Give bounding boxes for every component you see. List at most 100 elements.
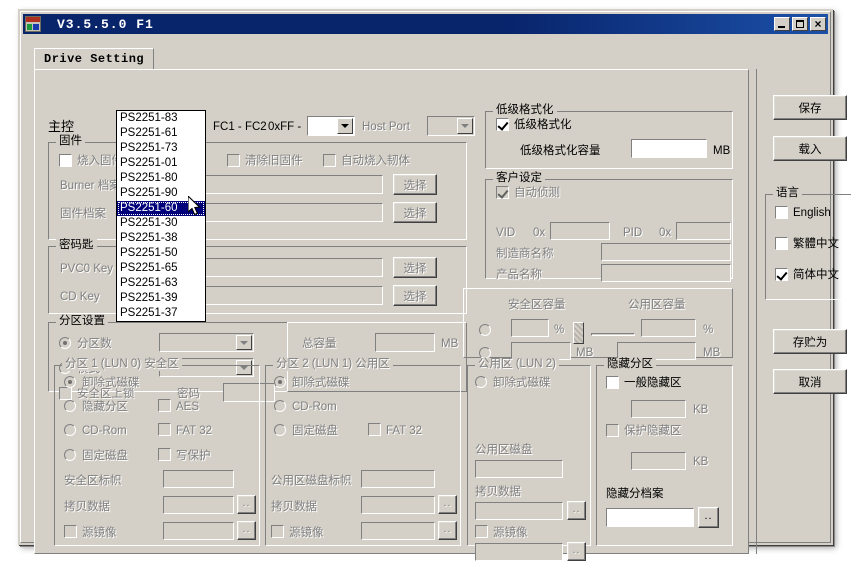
dropdown-item[interactable]: PS2251-38 (117, 231, 205, 246)
product-label: 产品名称 (496, 269, 542, 282)
dropdown-item[interactable]: PS2251-39 (117, 291, 205, 306)
normal-hidden-label: 一般隐藏区 (624, 377, 682, 390)
partition3-volume-input[interactable] (475, 460, 563, 478)
save-button[interactable]: 保存 (773, 95, 847, 120)
partition1-hidden-radio[interactable] (64, 400, 76, 412)
partition2-source-input[interactable] (361, 522, 435, 540)
partition3-removable-radio[interactable] (475, 376, 487, 388)
normal-hidden-input[interactable] (631, 400, 686, 418)
partition2-copy-browse-button[interactable]: .. (438, 495, 457, 514)
language-traditional-chinese-checkbox[interactable] (775, 237, 788, 250)
product-input[interactable] (601, 264, 731, 282)
dropdown-item[interactable]: PS2251-80 (117, 171, 205, 186)
partition2-copy-input[interactable] (361, 496, 435, 514)
dropdown-item[interactable]: PS2251-50 (117, 246, 205, 261)
tab-drive-setting[interactable]: Drive Setting (34, 48, 154, 70)
protected-hidden-label: 保护隐藏区 (624, 425, 682, 438)
total-capacity-input[interactable] (375, 333, 435, 352)
partition2-cdrom-label: CD-Rom (292, 401, 337, 414)
language-english-checkbox[interactable] (775, 206, 788, 219)
burner-file-label: Burner 档案 (60, 180, 121, 193)
pid-input[interactable] (676, 222, 731, 240)
partition-count-radio[interactable] (59, 337, 71, 349)
dropdown-item[interactable]: PS2251-83 (117, 111, 205, 126)
burner-file-browse-button[interactable]: 选择 (393, 174, 437, 195)
normal-hidden-checkbox[interactable] (606, 376, 619, 389)
dropdown-item[interactable]: PS2251-33 (117, 321, 205, 322)
pvc0-key-label: PVC0 Key (60, 263, 113, 276)
load-button[interactable]: 载入 (773, 136, 847, 161)
dropdown-item[interactable]: PS2251-73 (117, 141, 205, 156)
low-level-capacity-input[interactable] (631, 139, 707, 158)
dropdown-item[interactable]: PS2251-65 (117, 261, 205, 276)
partition1-volume-input[interactable] (163, 470, 234, 488)
hidden-file-browse-button[interactable]: .. (698, 507, 719, 528)
capacity-slider-thumb[interactable] (573, 322, 584, 344)
cd-key-browse-button[interactable]: 选择 (393, 285, 437, 306)
cancel-button[interactable]: 取消 (773, 369, 847, 394)
partition1-write-protect-checkbox[interactable] (158, 448, 171, 461)
partition3-source-browse-button[interactable]: .. (567, 542, 586, 561)
dropdown-item[interactable]: PS2251-30 (117, 216, 205, 231)
protected-hidden-checkbox[interactable] (606, 424, 619, 437)
capacity-slider-track[interactable] (591, 333, 635, 336)
partition3-copy-input[interactable] (475, 502, 563, 520)
partition-count-combo[interactable] (159, 333, 254, 352)
protected-hidden-input[interactable] (631, 452, 686, 470)
save-as-button[interactable]: 存贮为 (773, 329, 847, 354)
burn-firmware-checkbox[interactable] (59, 154, 72, 167)
partition3-source-checkbox[interactable] (475, 525, 488, 538)
secure-percent-unit: % (554, 324, 564, 337)
partition2-fat32-checkbox[interactable] (368, 423, 381, 436)
partition3-copy-browse-button[interactable]: .. (567, 501, 586, 520)
auto-detect-checkbox[interactable] (496, 186, 509, 199)
partition2-source-browse-button[interactable]: .. (438, 521, 457, 540)
partition1-fat32-label: FAT 32 (176, 425, 212, 438)
language-simplified-chinese-checkbox[interactable] (775, 268, 788, 281)
dropdown-item[interactable]: PS2251-63 (117, 276, 205, 291)
capacity-percent-radio[interactable] (479, 324, 491, 336)
clear-old-firmware-checkbox[interactable] (227, 154, 240, 167)
partition1-fixed-radio[interactable] (64, 449, 76, 461)
partition1-aes-checkbox[interactable] (158, 399, 171, 412)
partition2-removable-radio[interactable] (274, 376, 286, 388)
auto-burn-checkbox[interactable] (323, 154, 336, 167)
firmware-file-browse-button[interactable]: 选择 (393, 202, 437, 223)
partition1-source-browse-button[interactable]: .. (237, 521, 256, 540)
maximize-icon[interactable] (792, 17, 808, 31)
low-level-format-checkbox[interactable] (496, 118, 509, 131)
partition3-group-title: 公用区 (LUN 2) (475, 358, 559, 371)
hex-prefix-label: 0xFF - (268, 121, 301, 134)
partition1-removable-radio[interactable] (64, 376, 76, 388)
partition1-copy-browse-button[interactable]: .. (237, 495, 256, 514)
partition2-cdrom-radio[interactable] (274, 400, 286, 412)
partition2-volume-input[interactable] (361, 470, 435, 488)
language-traditional-chinese-label: 繁體中文 (793, 238, 839, 251)
app-icon (25, 16, 41, 32)
partition1-source-input[interactable] (163, 522, 234, 540)
manufacturer-input[interactable] (601, 243, 731, 261)
minimize-icon[interactable] (774, 17, 790, 31)
dropdown-item[interactable]: PS2251-61 (117, 126, 205, 141)
partition2-source-checkbox[interactable] (271, 525, 284, 538)
fc-value-combo[interactable] (307, 116, 355, 136)
partition1-cdrom-radio[interactable] (64, 424, 76, 436)
dropdown-item[interactable]: PS2251-37 (117, 306, 205, 321)
partition1-copy-input[interactable] (163, 496, 234, 514)
partition2-fixed-radio[interactable] (274, 424, 286, 436)
partition1-source-checkbox[interactable] (64, 525, 77, 538)
chevron-down-icon[interactable] (337, 118, 353, 134)
hidden-file-input[interactable] (606, 508, 694, 527)
host-port-combo[interactable] (427, 116, 475, 136)
public-percent-input[interactable] (641, 319, 696, 337)
dropdown-item[interactable]: PS2251-01 (117, 156, 205, 171)
secure-percent-input[interactable] (511, 319, 549, 337)
pvc0-key-browse-button[interactable]: 选择 (393, 257, 437, 278)
partition3-source-input[interactable] (475, 543, 563, 561)
chevron-down-icon[interactable] (236, 335, 252, 350)
vid-input[interactable] (550, 222, 610, 240)
chevron-down-icon[interactable] (457, 118, 473, 134)
partition1-fat32-checkbox[interactable] (158, 423, 171, 436)
title-bar[interactable]: V3.5.5.0 F1 (23, 14, 828, 34)
close-icon[interactable] (810, 17, 826, 31)
